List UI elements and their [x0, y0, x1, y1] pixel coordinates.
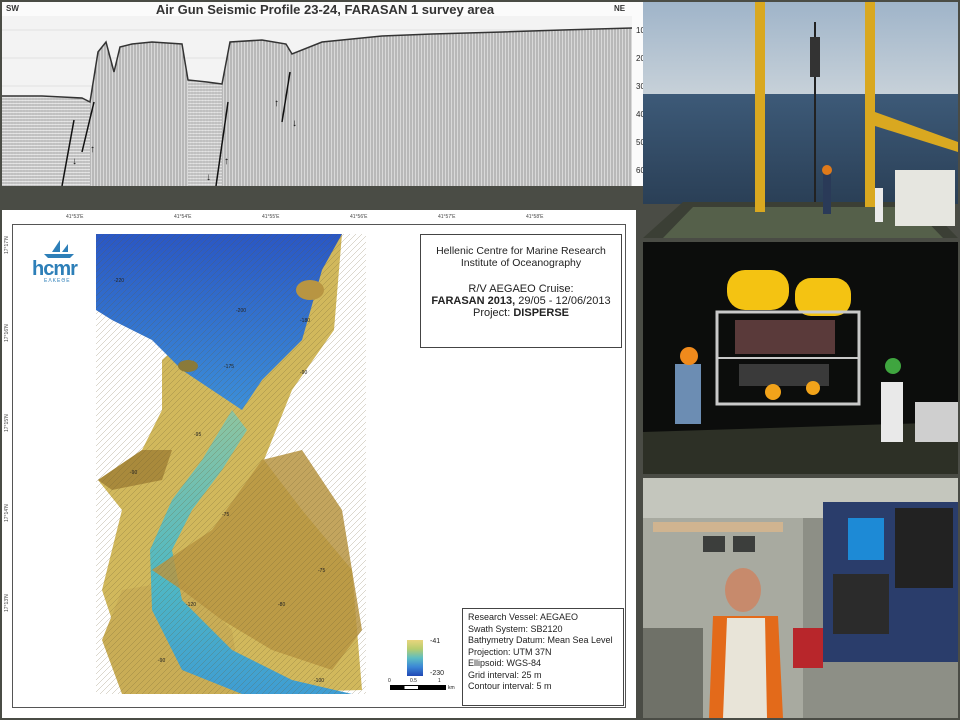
svg-text:↓: ↓ [292, 118, 297, 129]
contour-label: -75 [222, 512, 230, 518]
contour-label: -180 [300, 318, 311, 324]
rov-photo [643, 242, 958, 474]
sail-logo-icon [44, 240, 74, 258]
lab-photo [643, 478, 958, 718]
svg-text:↑: ↑ [274, 98, 279, 109]
contour-label: -90 [158, 658, 166, 664]
contour-label: -100 [314, 678, 325, 684]
cruise-dates: 29/05 - 12/06/2013 [515, 295, 611, 307]
info-line: Grid interval: 25 m [468, 669, 542, 680]
survey-info-box: Research Vessel: AEGAEO Swath System: SB… [462, 608, 624, 706]
cruise-name: FARASAN 2013, [431, 295, 516, 307]
project-label: Project: [473, 307, 514, 319]
contour-label: -120 [186, 602, 197, 608]
colorbar-min-label: -230 [430, 670, 445, 677]
direction-sw-label: SW [6, 4, 19, 13]
seismic-title: Air Gun Seismic Profile 23-24, FARASAN 1… [155, 2, 495, 17]
info-line: Bathymetry Datum: Mean Sea Level [468, 635, 613, 645]
depth-colorbar [407, 640, 423, 676]
svg-text:↑: ↑ [90, 144, 95, 155]
contour-label: -90 [130, 470, 138, 476]
scale-one-label: 1 [438, 678, 441, 684]
direction-ne-label: NE [614, 4, 626, 13]
contour-label: -95 [194, 432, 202, 438]
seismic-profile-panel: ↓ ↑ ↓ ↑ ↑ ↓ Air Gun Seismic Profile 23-24, … [2, 2, 648, 186]
cruise-label: R/V AEGAEO Cruise: [468, 283, 574, 295]
info-line: Swath System: SB2120 [468, 623, 563, 634]
seismic-section-image: ↓ ↑ ↓ ↑ ↑ ↓ [2, 16, 633, 186]
contour-label: -75 [318, 568, 326, 574]
svg-text:↑: ↑ [224, 156, 229, 167]
photo-lab-control-room [643, 478, 958, 718]
info-line: Projection: UTM 37N [468, 646, 552, 657]
institute-name: Institute of Oceanography [460, 257, 582, 269]
project-name: DISPERSE [513, 307, 569, 319]
contour-label: -90 [300, 370, 308, 376]
scale-bar [390, 685, 446, 690]
contour-label: -175 [224, 364, 235, 370]
svg-text:↓: ↓ [206, 172, 211, 183]
info-line: Research Vessel: AEGAEO [468, 612, 579, 622]
contour-label: -200 [236, 308, 247, 314]
scale-unit-label: km [448, 685, 455, 691]
colorbar-max-label: -41 [430, 638, 441, 645]
cruise-line: FARASAN 2013, 29/05 - 12/06/2013 [421, 295, 621, 307]
photo-rov-deployment [643, 242, 958, 474]
project-line: Project: DISPERSE [421, 307, 621, 319]
contour-label: -80 [278, 602, 286, 608]
info-line: Ellipsoid: WGS-84 [468, 658, 542, 668]
contour-label: -220 [114, 278, 125, 284]
ship-deck-photo [643, 2, 958, 238]
svg-text:↓: ↓ [72, 156, 77, 167]
hcmr-logo-subtitle: ΕΛΚΕΘΕ [44, 278, 71, 284]
info-line: Contour interval: 5 m [468, 681, 552, 691]
map-title-box: Hellenic Centre for Marine Research Inst… [420, 234, 622, 348]
photo-ship-crane [643, 2, 958, 238]
scale-zero-label: 0 [388, 678, 391, 684]
scale-half-label: 0.5 [410, 678, 417, 684]
institution-name: Hellenic Centre for Marine Research [436, 245, 606, 257]
bathymetry-map-panel: 41°53'E 41°54'E 41°55'E 41°56'E 41°57'E … [2, 210, 636, 718]
